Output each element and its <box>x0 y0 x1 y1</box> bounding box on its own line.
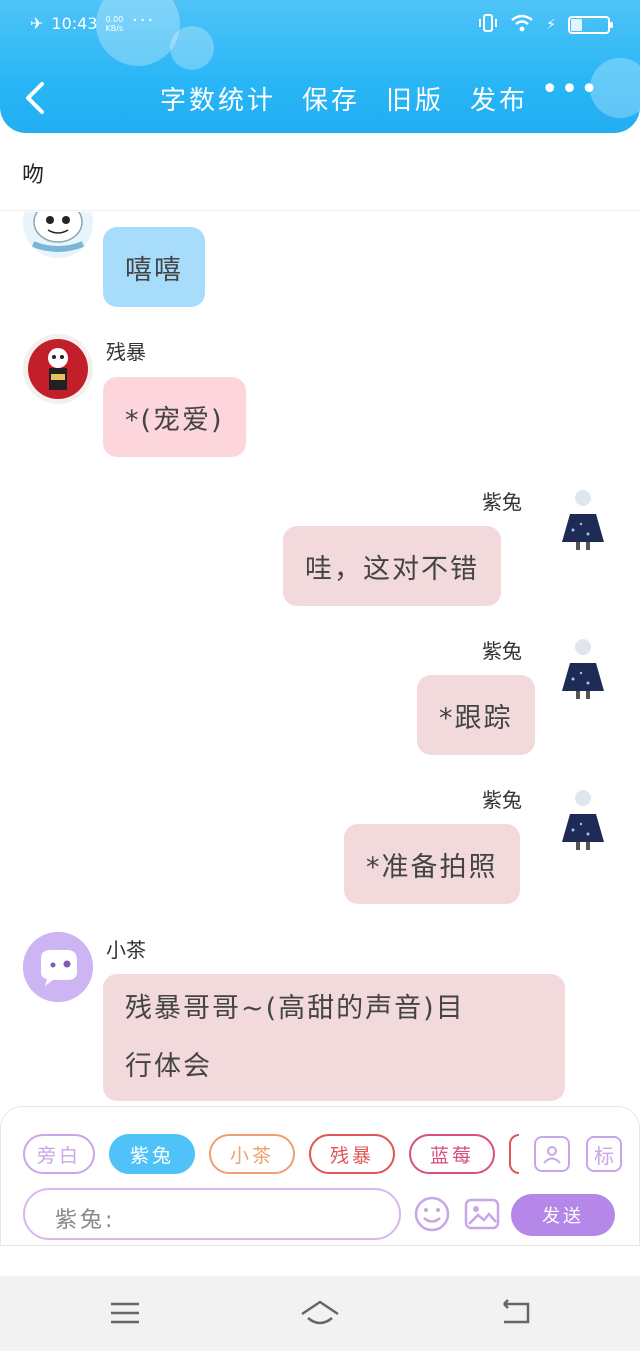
message-text: *跟踪 <box>439 702 513 734</box>
role-chip-partial[interactable] <box>509 1134 519 1174</box>
image-icon[interactable] <box>463 1195 501 1233</box>
avatar-zitu[interactable] <box>548 484 618 554</box>
composer-toolbar: 旁白 紫兔 小茶 残暴 蓝莓 标 紫兔: 发送 <box>0 1106 640 1246</box>
role-chip-xiaocha[interactable]: 小茶 <box>209 1134 295 1174</box>
avatar-zitu[interactable] <box>548 633 618 703</box>
status-dots: ··· <box>132 10 156 31</box>
sender-name: 紫兔 <box>482 788 522 812</box>
system-nav-bar <box>0 1276 640 1351</box>
input-role-prefix: 紫兔: <box>55 1208 116 1233</box>
avatar-canbao[interactable] <box>23 334 93 404</box>
title-row: 吻 <box>0 133 640 211</box>
page-title[interactable]: 吻 <box>22 157 44 189</box>
chevron-left-icon <box>26 82 44 114</box>
chat-message[interactable]: 嘻嘻 <box>103 227 205 307</box>
more-menu-button[interactable]: ••• <box>541 72 600 107</box>
message-text: *(宠爱) <box>125 404 224 436</box>
header: ✈ 10:43 0.00 KB/s ··· ⚡ 47 字数统计 保存 旧版 发布… <box>0 0 640 133</box>
message-text-line: 残暴哥哥~(高甜的声音)目 <box>125 992 465 1024</box>
wifi-icon <box>510 14 534 36</box>
label-icon[interactable]: 标 <box>586 1136 622 1172</box>
airplane-icon: ✈ <box>30 14 44 33</box>
chat-message[interactable]: 哇，这对不错 <box>283 526 501 606</box>
message-input[interactable]: 紫兔: <box>23 1188 401 1240</box>
status-bar: ✈ 10:43 0.00 KB/s ··· ⚡ 47 <box>0 0 640 52</box>
home-icon[interactable] <box>298 1298 342 1328</box>
role-chip-canbao[interactable]: 残暴 <box>309 1134 395 1174</box>
clock: 10:43 <box>51 14 98 33</box>
role-chip-zitu[interactable]: 紫兔 <box>109 1134 195 1174</box>
chat-message[interactable]: *跟踪 <box>417 675 535 755</box>
publish-button[interactable]: 发布 <box>470 80 528 117</box>
vibrate-icon <box>478 14 498 36</box>
old-version-button[interactable]: 旧版 <box>386 80 444 117</box>
message-text-line: 行体会 <box>125 1050 212 1082</box>
chat-area[interactable]: 嘻嘻 残暴 *(宠爱) 紫兔 哇，这对不错 紫兔 *跟踪 紫兔 *准备拍照 小茶… <box>0 212 640 1106</box>
net-speed: 0.00 KB/s <box>105 14 124 33</box>
chat-message[interactable]: *准备拍照 <box>344 824 520 904</box>
word-count-button[interactable]: 字数统计 <box>160 80 276 117</box>
sender-name: 小茶 <box>106 938 146 962</box>
nav-bar: 字数统计 保存 旧版 发布 ••• <box>0 62 640 132</box>
role-chips: 旁白 紫兔 小茶 残暴 蓝莓 <box>23 1134 519 1174</box>
charging-icon: ⚡ <box>546 17 556 33</box>
avatar-skeleton[interactable] <box>23 212 93 258</box>
sender-name: 紫兔 <box>482 490 522 514</box>
send-button[interactable]: 发送 <box>511 1194 615 1236</box>
message-text: *准备拍照 <box>366 851 498 883</box>
message-text: 嘻嘻 <box>125 254 183 286</box>
avatar-xiaocha[interactable] <box>23 932 93 1002</box>
message-text: 哇，这对不错 <box>305 553 479 585</box>
role-chip-narrator[interactable]: 旁白 <box>23 1134 95 1174</box>
save-button[interactable]: 保存 <box>302 80 360 117</box>
chat-message[interactable]: *(宠爱) <box>103 377 246 457</box>
avatar-zitu[interactable] <box>548 784 618 854</box>
battery-icon: 47 <box>568 16 613 34</box>
emoji-icon[interactable] <box>413 1195 451 1233</box>
chat-message[interactable]: 残暴哥哥~(高甜的声音)目 行体会 <box>103 974 565 1101</box>
menu-icon[interactable] <box>107 1298 143 1328</box>
sender-name: 紫兔 <box>482 639 522 663</box>
back-nav-icon[interactable] <box>498 1298 534 1328</box>
sender-name: 残暴 <box>106 340 146 364</box>
role-chip-lanmei[interactable]: 蓝莓 <box>409 1134 495 1174</box>
add-role-icon[interactable] <box>534 1136 570 1172</box>
back-button[interactable] <box>20 78 52 118</box>
